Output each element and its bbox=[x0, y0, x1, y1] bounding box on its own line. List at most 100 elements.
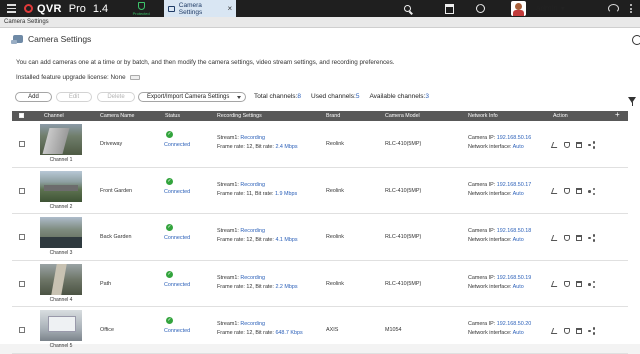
trash-icon[interactable] bbox=[576, 234, 582, 241]
add-button[interactable]: Add bbox=[15, 92, 52, 102]
col-camera-model[interactable]: Camera Model bbox=[385, 113, 420, 119]
table-row[interactable]: Channel 3 Back Garden ✓ Connected Stream1… bbox=[12, 214, 628, 261]
camera-settings-icon bbox=[11, 35, 23, 44]
share-icon[interactable] bbox=[588, 234, 595, 242]
recording-settings: Stream1: Recording Frame rate: 12, Bit r… bbox=[217, 135, 298, 150]
row-checkbox[interactable] bbox=[19, 327, 25, 334]
shield-icon[interactable] bbox=[564, 327, 570, 334]
camera-ip-link[interactable]: 192.168.50.16 bbox=[497, 135, 531, 141]
col-brand[interactable]: Brand bbox=[326, 113, 340, 119]
camera-brand: Reolink bbox=[326, 187, 344, 194]
col-camera-name[interactable]: Camera Name bbox=[100, 113, 134, 119]
recording-status: Recording bbox=[240, 321, 265, 328]
row-checkbox[interactable] bbox=[19, 280, 25, 287]
total-channels: Total channels:8 bbox=[254, 93, 301, 100]
close-pane-icon[interactable] bbox=[632, 35, 640, 45]
edit-icon[interactable] bbox=[550, 141, 560, 148]
camera-ip-link[interactable]: 192.168.50.20 bbox=[497, 321, 531, 327]
share-icon[interactable] bbox=[588, 141, 595, 149]
camera-model: RLC-410(5MP) bbox=[385, 187, 422, 194]
shield-icon[interactable] bbox=[564, 234, 570, 241]
share-icon[interactable] bbox=[588, 327, 595, 335]
network-info: Camera IP: 192.168.50.19 Network interfa… bbox=[468, 274, 532, 290]
table-row[interactable]: Channel 2 Front Garden ✓ Connected Stream… bbox=[12, 168, 628, 215]
edit-icon[interactable] bbox=[550, 281, 560, 288]
user-menu[interactable]: admin ▾ bbox=[536, 0, 565, 17]
edit-icon[interactable] bbox=[550, 188, 560, 195]
protection-status[interactable]: Protected bbox=[126, 1, 156, 16]
edit-button[interactable]: Edit bbox=[56, 92, 92, 102]
filter-icon[interactable] bbox=[628, 97, 636, 106]
camera-name: Office bbox=[100, 327, 114, 334]
task-stack-icon[interactable] bbox=[442, 0, 456, 17]
export-import-dropdown[interactable]: Export/Import Camera Settings bbox=[138, 92, 246, 102]
info-icon[interactable]: i bbox=[473, 0, 487, 17]
channel-label: Channel 4 bbox=[49, 296, 73, 303]
license-text: Installed feature upgrade license: None bbox=[16, 74, 126, 81]
search-icon[interactable] bbox=[400, 0, 414, 17]
share-icon[interactable] bbox=[588, 280, 595, 289]
col-status[interactable]: Status bbox=[165, 113, 180, 119]
col-action[interactable]: Action bbox=[553, 113, 568, 119]
hamburger-menu-icon[interactable] bbox=[4, 0, 18, 17]
edit-icon[interactable] bbox=[550, 327, 560, 334]
shield-icon[interactable] bbox=[564, 188, 570, 195]
dashboard-gauge-icon[interactable] bbox=[606, 0, 620, 17]
page-title: Camera Settings bbox=[28, 34, 92, 44]
camera-ip-link[interactable]: 192.168.50.17 bbox=[497, 182, 531, 188]
edit-icon[interactable] bbox=[550, 234, 560, 241]
trash-icon[interactable] bbox=[576, 327, 582, 334]
shield-icon[interactable] bbox=[564, 281, 570, 288]
more-options-icon[interactable] bbox=[624, 0, 638, 17]
shield-icon[interactable] bbox=[564, 141, 570, 148]
trash-icon[interactable] bbox=[576, 141, 582, 148]
camera-thumbnail[interactable] bbox=[40, 170, 82, 202]
col-channel[interactable]: Channel bbox=[44, 113, 64, 119]
table-header: Channel Camera Name Status Recording Set… bbox=[12, 110, 628, 121]
select-all-checkbox[interactable] bbox=[19, 113, 24, 118]
row-actions bbox=[550, 234, 595, 242]
camera-ip-link[interactable]: 192.168.50.19 bbox=[497, 275, 531, 281]
camera-name: Back Garden bbox=[100, 234, 132, 241]
license-tag-icon[interactable] bbox=[129, 75, 140, 80]
camera-thumbnail[interactable] bbox=[40, 217, 82, 249]
check-circle-icon: ✓ bbox=[166, 177, 173, 185]
camera-thumbnail[interactable] bbox=[40, 124, 82, 155]
shield-icon bbox=[137, 1, 145, 10]
tab-camera-settings[interactable]: Camera Settings × bbox=[164, 0, 237, 17]
row-checkbox[interactable] bbox=[19, 141, 25, 147]
close-tab-icon[interactable]: × bbox=[228, 4, 233, 13]
table-row[interactable]: Channel 5 Office ✓ Connected Stream1: Rec… bbox=[12, 307, 628, 354]
share-icon[interactable] bbox=[588, 187, 595, 196]
camera-thumbnail[interactable] bbox=[40, 263, 82, 295]
export-import-label: Export/Import Camera Settings bbox=[147, 94, 230, 100]
tab-label: Camera Settings bbox=[178, 1, 203, 16]
table-row[interactable]: Channel 4 Path ✓ Connected Stream1: Recor… bbox=[12, 261, 628, 308]
camera-brand: AXIS bbox=[326, 327, 339, 334]
col-network-info[interactable]: Network Info bbox=[468, 113, 498, 119]
trash-icon[interactable] bbox=[576, 281, 582, 288]
trash-icon[interactable] bbox=[576, 188, 582, 195]
channel-label: Channel 1 bbox=[49, 157, 73, 163]
add-column-icon[interactable]: + bbox=[615, 110, 620, 119]
delete-button[interactable]: Delete bbox=[97, 92, 135, 102]
chevron-down-icon bbox=[237, 95, 241, 99]
app-name: QVR bbox=[37, 2, 62, 15]
used-channels: Used channels:5 bbox=[311, 93, 360, 100]
license-info: Installed feature upgrade license: None bbox=[16, 74, 140, 81]
status-text: Connected bbox=[164, 235, 191, 242]
camera-thumbnail[interactable] bbox=[40, 310, 82, 342]
check-circle-icon: ✓ bbox=[166, 224, 173, 232]
row-checkbox[interactable] bbox=[19, 187, 25, 194]
available-channels: Available channels:3 bbox=[369, 93, 429, 100]
network-info: Camera IP: 192.168.50.16 Network interfa… bbox=[468, 135, 532, 150]
camera-model: RLC-410(5MP) bbox=[385, 280, 422, 287]
col-recording-settings[interactable]: Recording Settings bbox=[217, 113, 262, 119]
protection-label: Protected bbox=[132, 10, 150, 16]
table-row[interactable]: Channel 1 Driveway ✓ Connected Stream1: R… bbox=[12, 121, 628, 168]
avatar[interactable] bbox=[511, 1, 526, 16]
app-version: 1.4 bbox=[92, 2, 109, 15]
app-product: Pro bbox=[68, 2, 86, 15]
camera-ip-link[interactable]: 192.168.50.18 bbox=[497, 228, 531, 234]
row-checkbox[interactable] bbox=[19, 234, 25, 241]
